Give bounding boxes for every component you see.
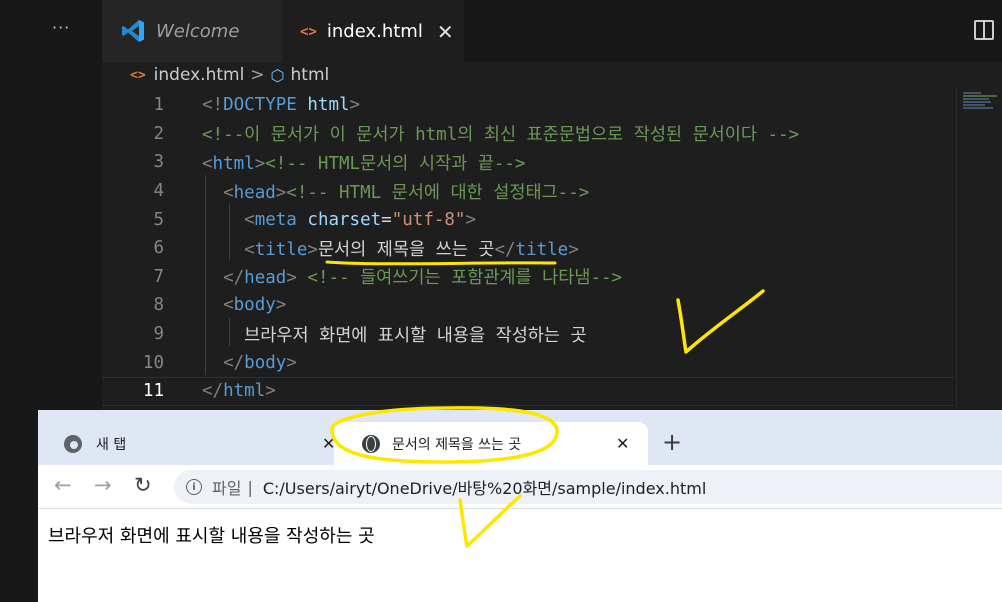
html-file-icon: <> bbox=[130, 67, 146, 83]
line-content: <html><!-- HTML문서의 시작과 끝--> bbox=[202, 153, 526, 174]
line-content: <head><!-- HTML 문서에 대한 설정태그--> bbox=[223, 182, 590, 203]
minimap-line bbox=[963, 107, 993, 109]
line-content: <!--이 문서가 이 문서가 html의 최신 표준문법으로 작성된 문서이다… bbox=[202, 125, 800, 146]
code-line: 10 </body> bbox=[102, 348, 954, 377]
minimap-line bbox=[963, 95, 997, 97]
editor-tab-bar: Welcome <> index.html ✕ bbox=[102, 0, 1002, 62]
html-file-icon: <> bbox=[300, 23, 317, 40]
back-arrow-icon[interactable]: ← bbox=[54, 473, 72, 497]
minimap-line bbox=[963, 92, 981, 94]
minimap-line bbox=[963, 98, 989, 100]
line-content: <body> bbox=[223, 295, 287, 316]
line-number: 5 bbox=[153, 209, 164, 230]
symbol-cube-icon: ⬡ bbox=[270, 65, 285, 85]
more-actions-icon[interactable]: ··· bbox=[52, 18, 70, 37]
forward-arrow-icon[interactable]: → bbox=[94, 473, 112, 497]
line-number: 6 bbox=[153, 238, 164, 259]
line-content: </head> <!-- 들여쓰기는 포함관계를 나타냄--> bbox=[223, 268, 623, 289]
page-content: 브라우저 화면에 표시할 내용을 작성하는 곳 bbox=[38, 510, 1002, 602]
line-number: 7 bbox=[153, 266, 164, 287]
close-icon[interactable]: ✕ bbox=[616, 434, 629, 453]
code-line: 9 브라우저 화면에 표시할 내용을 작성하는 곳 bbox=[102, 320, 954, 349]
line-number: 1 bbox=[153, 95, 164, 116]
line-number: 10 bbox=[142, 352, 164, 373]
browser-tab-active[interactable]: 문서의 제목을 쓰는 곳 ✕ bbox=[334, 422, 648, 465]
code-line: 3 <html><!-- HTML문서의 시작과 끝--> bbox=[102, 148, 954, 177]
line-content: </html> bbox=[202, 381, 276, 402]
code-line: 1 <!DOCTYPE html> bbox=[102, 91, 954, 120]
address-separator: | bbox=[247, 477, 253, 497]
chevron-right-icon: > bbox=[250, 65, 265, 85]
line-content: <title>문서의 제목을 쓰는 곳</title> bbox=[244, 239, 579, 260]
new-tab-button[interactable]: + bbox=[662, 428, 682, 456]
address-bar[interactable]: i 파일 | C:/Users/airyt/OneDrive/바탕%20화면/s… bbox=[174, 470, 1002, 504]
browser-tab-label: 문서의 제목을 쓰는 곳 bbox=[392, 436, 522, 453]
browser-window: 새 탭 ✕ 문서의 제목을 쓰는 곳 ✕ + ← → ↻ i 파일 | C:/U… bbox=[38, 410, 1002, 602]
breadcrumb-symbol[interactable]: html bbox=[291, 65, 330, 85]
minimap-line bbox=[963, 101, 991, 103]
browser-toolbar: ← → ↻ i 파일 | C:/Users/airyt/OneDrive/바탕%… bbox=[38, 465, 1002, 509]
tab-welcome-label: Welcome bbox=[156, 20, 240, 42]
code-line: 6 <title>문서의 제목을 쓰는 곳</title> bbox=[102, 234, 954, 263]
browser-tab-label: 새 탭 bbox=[96, 436, 127, 453]
code-line: 5 <meta charset="utf-8"> bbox=[102, 205, 954, 234]
line-number: 3 bbox=[153, 152, 164, 173]
line-content: </body> bbox=[223, 352, 297, 373]
code-line-current: 11 </html> bbox=[102, 377, 954, 406]
close-icon[interactable]: ✕ bbox=[437, 20, 454, 44]
split-editor-icon[interactable] bbox=[974, 20, 994, 40]
minimap[interactable] bbox=[956, 88, 1002, 410]
chrome-icon bbox=[64, 434, 82, 453]
code-line: 7 </head> <!-- 들여쓰기는 포함관계를 나타냄--> bbox=[102, 263, 954, 292]
code-line: 2 <!--이 문서가 이 문서가 html의 최신 표준문법으로 작성된 문서… bbox=[102, 120, 954, 149]
reload-icon[interactable]: ↻ bbox=[134, 473, 152, 497]
line-content: <meta charset="utf-8"> bbox=[244, 209, 477, 230]
code-editor[interactable]: 1 <!DOCTYPE html> 2 <!--이 문서가 이 문서가 html… bbox=[102, 88, 1002, 410]
address-scheme-label: 파일 bbox=[212, 479, 242, 498]
line-content: <!DOCTYPE html> bbox=[202, 95, 361, 116]
line-number: 2 bbox=[153, 123, 164, 144]
browser-tab-new-tab[interactable]: 새 탭 ✕ bbox=[52, 422, 335, 465]
globe-icon bbox=[362, 434, 380, 453]
line-number: 4 bbox=[153, 181, 164, 202]
line-number: 8 bbox=[153, 295, 164, 316]
tab-index-html[interactable]: <> index.html ✕ bbox=[282, 0, 464, 62]
breadcrumb: <> index.html > ⬡ html bbox=[102, 62, 1002, 88]
breadcrumb-file[interactable]: index.html bbox=[154, 65, 245, 85]
tab-index-label: index.html bbox=[326, 21, 423, 42]
line-number: 11 bbox=[142, 381, 164, 402]
minimap-line bbox=[963, 104, 985, 106]
browser-tab-strip: 새 탭 ✕ 문서의 제목을 쓰는 곳 ✕ + bbox=[38, 410, 1002, 465]
vscode-logo-icon bbox=[122, 20, 144, 42]
line-content: 브라우저 화면에 표시할 내용을 작성하는 곳 bbox=[244, 325, 587, 346]
page-body-text: 브라우저 화면에 표시할 내용을 작성하는 곳 bbox=[48, 526, 375, 547]
info-icon[interactable]: i bbox=[186, 479, 202, 495]
address-url[interactable]: C:/Users/airyt/OneDrive/바탕%20화면/sample/i… bbox=[263, 475, 706, 499]
code-line: 8 <body> bbox=[102, 291, 954, 320]
tab-welcome[interactable]: Welcome bbox=[102, 0, 282, 62]
line-number: 9 bbox=[153, 324, 164, 345]
code-line: 4 <head><!-- HTML 문서에 대한 설정태그--> bbox=[102, 177, 954, 206]
